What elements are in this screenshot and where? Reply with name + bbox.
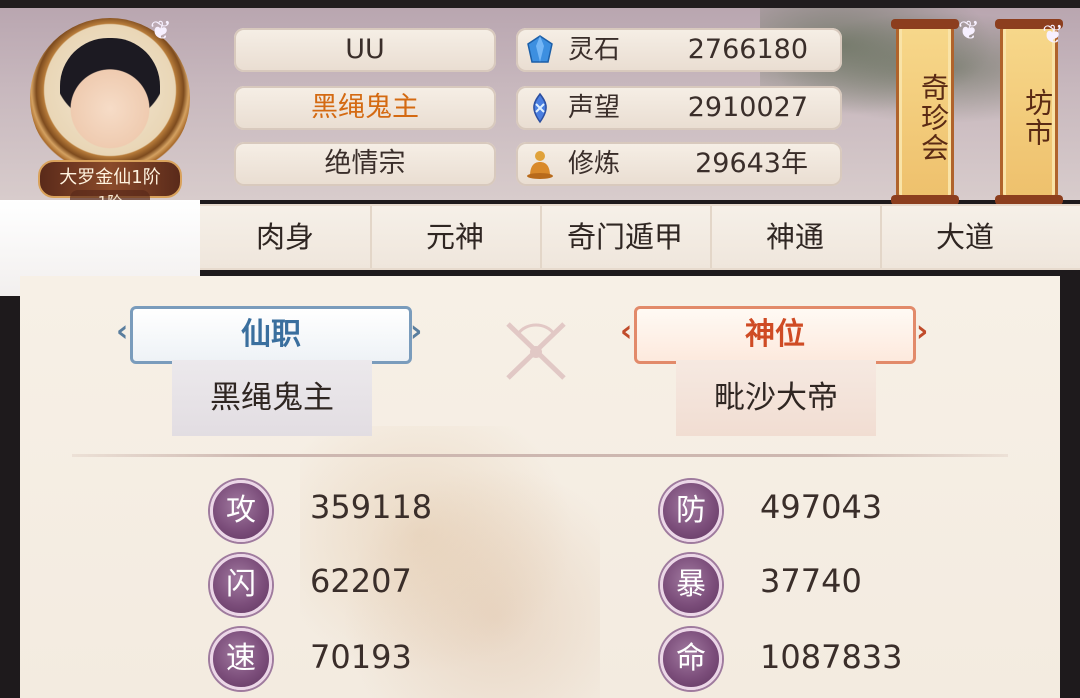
divine-rank-header[interactable]: 神位 (634, 306, 916, 364)
cultivation-icon (527, 151, 553, 179)
resource-label: 声望 (568, 93, 621, 123)
chevron-left-icon: ‹ (620, 314, 633, 349)
butterfly-icon: ❦ (150, 16, 172, 46)
tab-divine-power[interactable]: 神通 (710, 206, 882, 268)
spirit-stone-icon (527, 35, 553, 63)
defense-value: 497043 (760, 488, 883, 526)
resource-value: 2766180 (687, 34, 808, 65)
rare-treasure-label: 奇珍会 (917, 73, 950, 163)
crossed-swords-icon (506, 322, 566, 380)
tab-bar: 肉身 元神 奇门遁甲 神通 大道 (200, 204, 1080, 270)
crit-value: 37740 (760, 562, 862, 600)
chevron-left-icon: ‹ (116, 314, 129, 349)
prestige-icon (533, 92, 547, 124)
rare-treasure-button[interactable]: 奇珍会 (891, 19, 959, 205)
market-label: 坊市 (1021, 88, 1054, 148)
tab-qimen[interactable]: 奇门遁甲 (540, 206, 712, 268)
defense-icon: 防 (660, 480, 722, 542)
player-sect: 绝情宗 (234, 142, 496, 186)
resource-prestige: 声望 2910027 (516, 86, 842, 130)
butterfly-icon: ❦ (958, 16, 980, 46)
chevron-right-icon: › (916, 314, 929, 349)
hp-value: 1087833 (760, 638, 903, 676)
player-name: UU (234, 28, 496, 72)
attack-icon: 攻 (210, 480, 272, 542)
resource-value: 29643年 (695, 148, 808, 179)
chevron-right-icon: › (410, 314, 423, 349)
speed-icon: 速 (210, 628, 272, 690)
immortal-post-value: 黑绳鬼主 (172, 360, 372, 436)
scroll-cap (891, 19, 959, 29)
resource-value: 2910027 (687, 92, 808, 123)
dodge-icon: 闪 (210, 554, 272, 616)
immortal-post-header[interactable]: 仙职 (130, 306, 412, 364)
top-border (0, 0, 1080, 8)
hp-icon: 命 (660, 628, 722, 690)
role-panel: ‹ 仙职 › 黑绳鬼主 ‹ 神位 › 毗沙大帝 攻 359118 防 49704… (20, 276, 1060, 698)
resource-label: 灵石 (568, 35, 621, 65)
tab-body[interactable]: 肉身 (200, 206, 372, 268)
attack-value: 359118 (310, 488, 433, 526)
dodge-value: 62207 (310, 562, 412, 600)
player-title: 黑绳鬼主 (234, 86, 496, 130)
resource-label: 修炼 (568, 149, 621, 179)
speed-value: 70193 (310, 638, 412, 676)
resource-cultivation: 修炼 29643年 (516, 142, 842, 186)
avatar-portrait (60, 38, 160, 156)
tab-spirit[interactable]: 元神 (370, 206, 542, 268)
divine-rank-value: 毗沙大帝 (676, 360, 876, 436)
profile-header: ❦ 大罗金仙1阶 1阶 UU 黑绳鬼主 绝情宗 灵石 2766180 声望 29… (0, 8, 1080, 214)
section-divider (72, 454, 1008, 457)
butterfly-icon: ❦ (1042, 20, 1064, 50)
resource-spirit-stone: 灵石 2766180 (516, 28, 842, 72)
tab-great-dao[interactable]: 大道 (880, 206, 1050, 268)
crit-icon: 暴 (660, 554, 722, 616)
